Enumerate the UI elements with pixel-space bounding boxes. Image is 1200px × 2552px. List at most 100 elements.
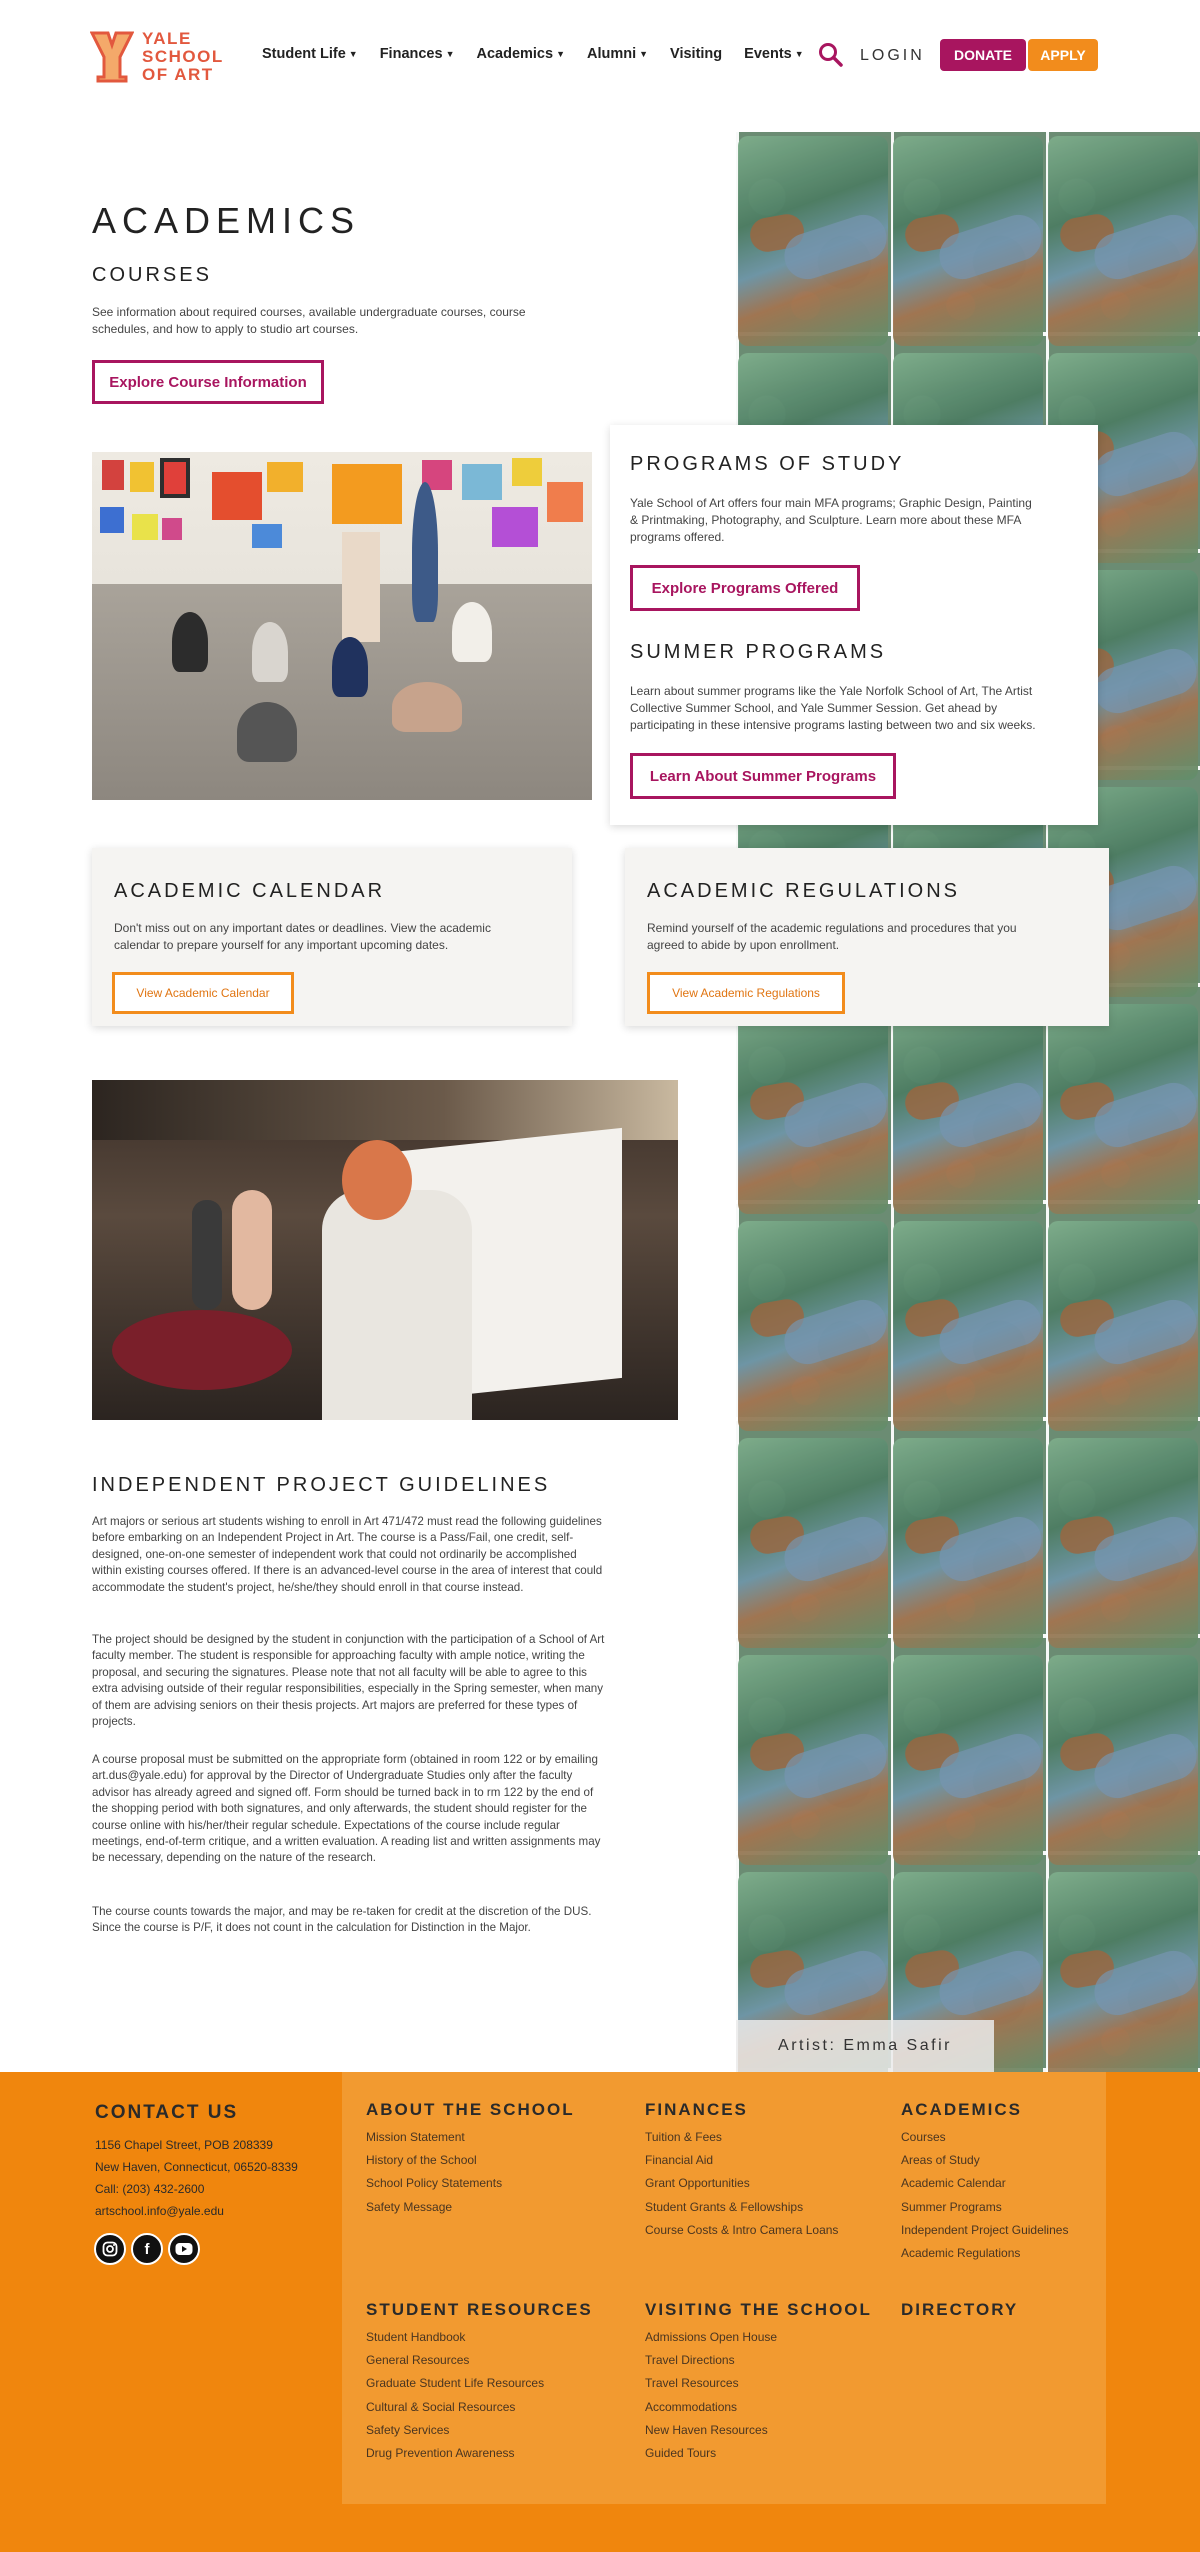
main-nav: Student Life ▼ Finances ▼ Academics ▼ Alumn… — [262, 46, 804, 62]
site-header: YALE SCHOOL OF ART Student Life ▼ Finance… — [0, 0, 1200, 110]
footer-link[interactable]: General Resources — [366, 2349, 544, 2372]
contact-email[interactable]: artschool.info@yale.edu — [95, 2204, 224, 2218]
ipg-paragraph: A course proposal must be submitted on t… — [92, 1753, 601, 1865]
footer-link[interactable]: History of the School — [366, 2149, 502, 2172]
figure-drawing-photo — [92, 1080, 678, 1420]
academic-calendar-description: Don't miss out on any important dates or… — [114, 921, 491, 952]
nav-student-life[interactable]: Student Life ▼ — [262, 46, 358, 62]
academic-regulations-card: ACADEMIC REGULATIONS Remind yourself of … — [625, 848, 1109, 1026]
footer-link[interactable]: New Haven Resources — [645, 2419, 777, 2442]
contact-address-line1: 1156 Chapel Street, POB 208339 — [95, 2138, 273, 2152]
artwork-tile — [893, 136, 1043, 346]
nav-visiting[interactable]: Visiting — [670, 46, 722, 62]
login-link[interactable]: LOGIN — [860, 47, 925, 65]
summer-programs-description: Learn about summer programs like the Yal… — [630, 684, 1036, 732]
artwork-background-image — [736, 132, 1200, 2072]
directory-heading[interactable]: DIRECTORY — [901, 2300, 1018, 2320]
academic-calendar-card: ACADEMIC CALENDAR Don't miss out on any … — [92, 848, 572, 1026]
artwork-tile — [1048, 1655, 1198, 1865]
footer-link[interactable]: Courses — [901, 2126, 1068, 2149]
footer-link[interactable]: Safety Services — [366, 2419, 544, 2442]
learn-about-summer-programs-button[interactable]: Learn About Summer Programs — [630, 753, 896, 799]
artwork-tile — [738, 1655, 888, 1865]
footer-link[interactable]: Student Handbook — [366, 2326, 544, 2349]
yale-art-logo[interactable]: YALE SCHOOL OF ART — [90, 30, 224, 84]
chevron-down-icon: ▼ — [445, 49, 455, 59]
footer-link[interactable]: Admissions Open House — [645, 2326, 777, 2349]
footer-link[interactable]: Guided Tours — [645, 2442, 777, 2465]
chevron-down-icon: ▼ — [794, 49, 804, 59]
artwork-tile — [893, 1004, 1043, 1214]
academic-regulations-heading: ACADEMIC REGULATIONS — [647, 880, 960, 902]
artwork-tile — [738, 1438, 888, 1648]
youtube-icon[interactable] — [168, 2233, 200, 2265]
artwork-tile — [1048, 1872, 1198, 2072]
nav-finances[interactable]: Finances ▼ — [380, 46, 455, 62]
summer-programs-heading: SUMMER PROGRAMS — [630, 641, 887, 663]
footer-link[interactable]: Academic Regulations — [901, 2242, 1068, 2265]
artwork-tile — [738, 1221, 888, 1431]
artwork-tile — [1048, 136, 1198, 346]
footer-link[interactable]: Course Costs & Intro Camera Loans — [645, 2219, 838, 2242]
footer-link[interactable]: Travel Directions — [645, 2349, 777, 2372]
about-the-school-links: Mission Statement History of the School … — [366, 2126, 502, 2219]
artwork-tile — [1048, 1438, 1198, 1648]
facebook-icon[interactable]: f — [131, 2233, 163, 2265]
yale-y-logo-icon — [90, 31, 134, 83]
logo-text: YALE SCHOOL OF ART — [142, 29, 224, 84]
view-academic-regulations-button[interactable]: View Academic Regulations — [647, 972, 845, 1014]
studio-critique-photo — [92, 452, 592, 800]
footer-link[interactable]: Safety Message — [366, 2196, 502, 2219]
nav-alumni[interactable]: Alumni ▼ — [587, 46, 648, 62]
artwork-tile — [893, 1221, 1043, 1431]
footer-link[interactable]: Areas of Study — [901, 2149, 1068, 2172]
footer-link[interactable]: Cultural & Social Resources — [366, 2396, 544, 2419]
footer-link[interactable]: Accommodations — [645, 2396, 777, 2419]
footer-link[interactable]: Student Grants & Fellowships — [645, 2196, 838, 2219]
programs-of-study-heading: PROGRAMS OF STUDY — [630, 453, 905, 475]
footer-link[interactable]: Independent Project Guidelines — [901, 2219, 1068, 2242]
instagram-icon[interactable] — [94, 2233, 126, 2265]
artwork-tile — [738, 136, 888, 346]
donate-button[interactable]: DONATE — [940, 39, 1026, 71]
footer-link[interactable]: Drug Prevention Awareness — [366, 2442, 544, 2465]
student-resources-heading: STUDENT RESOURCES — [366, 2300, 593, 2319]
ipg-paragraph: The project should be designed by the st… — [92, 1633, 605, 1729]
visiting-the-school-links: Admissions Open House Travel Directions … — [645, 2326, 777, 2465]
contact-us-heading: CONTACT US — [95, 2102, 239, 2123]
explore-course-information-button[interactable]: Explore Course Information — [92, 360, 324, 404]
contact-address-line2: New Haven, Connecticut, 06520-8339 — [95, 2160, 298, 2174]
academics-links: Courses Areas of Study Academic Calendar… — [901, 2126, 1068, 2265]
footer-link[interactable]: Mission Statement — [366, 2126, 502, 2149]
nav-academics[interactable]: Academics ▼ — [476, 46, 565, 62]
footer-link[interactable]: Grant Opportunities — [645, 2172, 838, 2195]
courses-description: See information about required courses, … — [92, 305, 526, 336]
footer-link[interactable]: Tuition & Fees — [645, 2126, 838, 2149]
explore-programs-offered-button[interactable]: Explore Programs Offered — [630, 565, 860, 611]
apply-button[interactable]: APPLY — [1028, 39, 1098, 71]
programs-panel: PROGRAMS OF STUDY Yale School of Art off… — [610, 425, 1098, 825]
about-the-school-heading: ABOUT THE SCHOOL — [366, 2100, 575, 2119]
footer-link[interactable]: School Policy Statements — [366, 2172, 502, 2195]
footer-link[interactable]: Financial Aid — [645, 2149, 838, 2172]
view-academic-calendar-button[interactable]: View Academic Calendar — [112, 972, 294, 1014]
artwork-tile — [893, 1438, 1043, 1648]
footer-link[interactable]: Summer Programs — [901, 2196, 1068, 2219]
page-title: ACADEMICS — [92, 200, 361, 241]
footer-link[interactable]: Travel Resources — [645, 2372, 777, 2395]
academic-calendar-heading: ACADEMIC CALENDAR — [114, 880, 386, 902]
academics-heading: ACADEMICS — [901, 2100, 1022, 2119]
academic-regulations-description: Remind yourself of the academic regulati… — [647, 921, 1017, 952]
chevron-down-icon: ▼ — [639, 49, 649, 59]
artwork-tile — [1048, 1221, 1198, 1431]
footer-link[interactable]: Academic Calendar — [901, 2172, 1068, 2195]
artwork-tiles — [736, 132, 1200, 2072]
ipg-paragraph: Art majors or serious art students wishi… — [92, 1515, 603, 1594]
artwork-tile — [1048, 1004, 1198, 1214]
footer-link[interactable]: Graduate Student Life Resources — [366, 2372, 544, 2395]
contact-phone[interactable]: Call: (203) 432-2600 — [95, 2182, 204, 2196]
search-icon[interactable] — [818, 42, 844, 68]
nav-events[interactable]: Events ▼ — [744, 46, 803, 62]
chevron-down-icon: ▼ — [348, 49, 358, 59]
chevron-down-icon: ▼ — [556, 49, 565, 59]
